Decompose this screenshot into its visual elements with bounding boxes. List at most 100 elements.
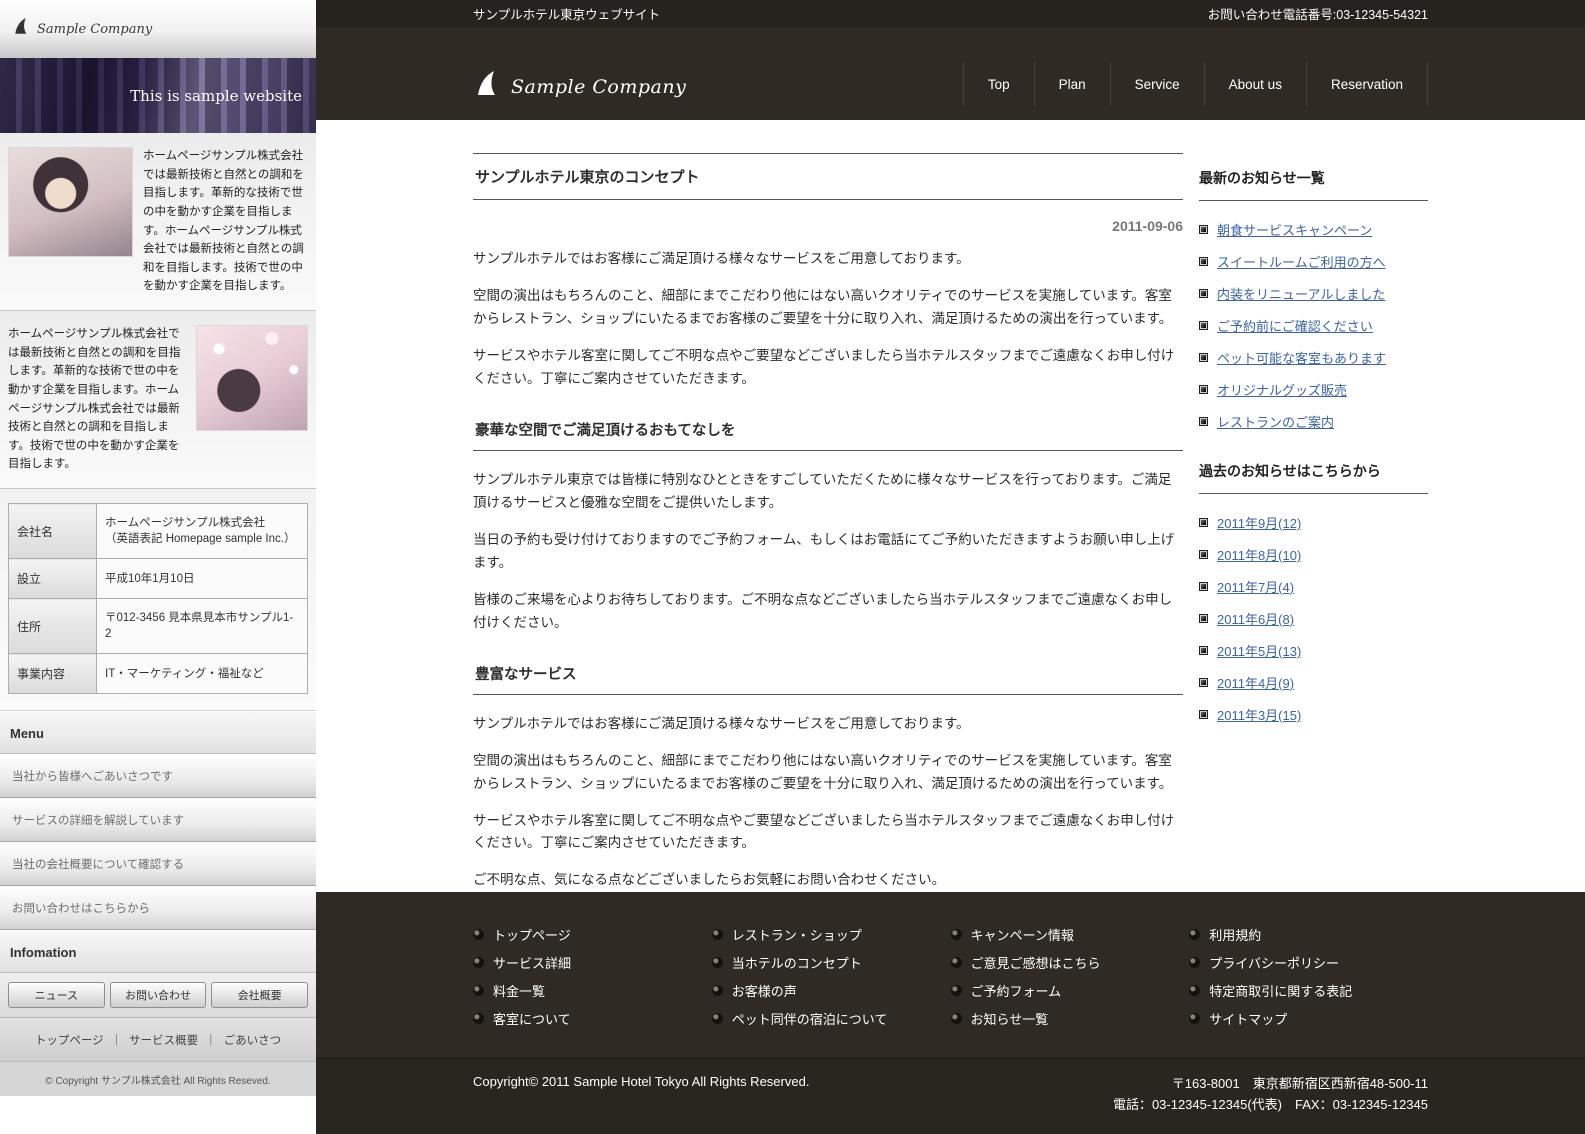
list-item: 2011年3月(15) [1199,698,1428,730]
sidebar-link-top[interactable]: トップページ [35,1032,104,1048]
footer-link[interactable]: 利用規約 [1209,925,1261,944]
article-paragraph: サンプルホテルではお客様にご満足頂ける様々なサービスをご用意しております。 [473,715,970,731]
company-info-table: 会社名 ホームページサンプル株式会社 （英語表記 Homepage sample… [8,502,308,695]
page: Sample Company This is sample website ホー… [0,0,1585,1134]
woman-portrait-photo [8,147,133,257]
archive-link[interactable]: 2011年4月(9) [1217,673,1294,692]
footer-item: キャンペーン情報 [950,920,1190,948]
sidebar-menu-item-company[interactable]: 当社の会社概要について確認する [0,842,316,887]
topbar: サンプルホテル東京ウェブサイト お問い合わせ電話番号:03-12345-5432… [316,0,1585,28]
list-item: 2011年7月(4) [1199,570,1428,602]
footer-column-3: キャンペーン情報 ご意見ご感想はこちら ご予約フォーム お知らせ一覧 [950,920,1190,1032]
left-sidebar: Sample Company This is sample website ホー… [0,0,316,1134]
sidebar-intro-block-1: ホームページサンプル株式会社では最新技術と自然との調和を目指します。革新的な技術… [0,133,316,311]
list-item: 2011年4月(9) [1199,666,1428,698]
footer-item: 料金一覧 [473,976,712,1004]
news-link[interactable]: 内装をリニューアルしました [1217,284,1385,303]
news-link[interactable]: ご予約前にご確認ください [1217,316,1373,335]
archive-heading: 過去のお知らせはこちらから [1199,455,1428,495]
footer-link[interactable]: サービス詳細 [493,953,571,972]
business-label: 事業内容 [8,653,97,695]
article-date: 2011-09-06 [1112,218,1183,235]
footer-item: サイトマップ [1189,1004,1428,1032]
archive-link[interactable]: 2011年9月(12) [1217,513,1301,532]
news-button[interactable]: ニュース [8,982,105,1009]
footer-link[interactable]: レストラン・ショップ [732,925,862,944]
footer-address-line2: 電話：03-12345-12345(代表) FAX：03-12345-12345 [1112,1097,1428,1113]
contact-button[interactable]: お問い合わせ [109,982,207,1009]
square-bullet-icon [1199,613,1208,623]
article-paragraph: ご不明な点、気になる点などございましたらお気軽にお問い合わせください。 [473,872,946,888]
news-link[interactable]: レストランのご案内 [1217,412,1334,431]
footer-column-2: レストラン・ショップ 当ホテルのコンセプト お客様の声 ペット同伴の宿泊について [711,920,951,1032]
cherry-blossom-photo [196,325,308,431]
footer-link[interactable]: プライバシーポリシー [1209,953,1339,972]
footer-link[interactable]: ペット同伴の宿泊について [732,1009,888,1028]
square-bullet-icon [1199,288,1208,298]
nav-item-about[interactable]: About us [1203,62,1306,107]
footer-link[interactable]: 料金一覧 [493,981,545,1000]
archive-link[interactable]: 2011年7月(4) [1217,577,1294,596]
sidebar-menu-item-contact[interactable]: お問い合わせはこちらから [0,886,316,931]
round-bullet-icon [1189,928,1201,940]
archive-link[interactable]: 2011年6月(8) [1217,609,1294,628]
article-paragraph: サンプルホテル東京では皆様に特別なひとときをすごしていただくために様々なサービス… [473,472,1172,511]
footer-item: レストラン・ショップ [711,920,951,948]
footer-address: 〒163-8001 東京都新宿区西新宿48-500-11 電話：03-12345… [1113,1074,1428,1116]
round-bullet-icon [711,984,723,996]
round-bullet-icon [711,1012,723,1024]
company-profile-button[interactable]: 会社概要 [211,982,309,1009]
sidebar-logo: Sample Company [0,0,316,58]
footer-link[interactable]: 客室について [493,1009,571,1028]
footer-link[interactable]: トップページ [493,925,571,944]
footer-link[interactable]: 当ホテルのコンセプト [732,953,862,972]
sidebar-link-service[interactable]: サービス概要 [129,1032,198,1048]
square-bullet-icon [1199,709,1208,719]
sidebar-banner-image: This is sample website [0,58,316,133]
company-name-label: 会社名 [8,502,97,560]
intro-text-1: ホームページサンプル株式会社では最新技術と自然との調和を目指します。革新的な技術… [143,150,304,293]
sidebar-menu: 当社から皆様へごあいさつです サービスの詳細を解説しています 当社の会社概要につ… [0,754,316,931]
sidebar-link-greeting[interactable]: ごあいさつ [224,1032,282,1048]
archive-link[interactable]: 2011年5月(13) [1217,641,1301,660]
footer-address-line1: 〒163-8001 東京都新宿区西新宿48-500-11 [1171,1076,1428,1092]
footer-link[interactable]: 特定商取引に関する表記 [1209,981,1352,1000]
company-sail-icon [473,69,499,104]
news-link[interactable]: 朝食サービスキャンペーン [1217,220,1372,239]
sidebar-logo-text: Sample Company [37,21,153,37]
footer-item: ご意見ご感想はこちら [950,948,1190,976]
article-paragraph: 空間の演出はもちろんのこと、細部にまでこだわり他にはない高いクオリティでのサービ… [473,752,1173,791]
sidebar-button-row: ニュース お問い合わせ 会社概要 [0,973,316,1018]
header-logo[interactable]: Sample Company [473,69,686,106]
footer-copyright: Copyright© 2011 Sample Hotel Tokyo All R… [473,1074,810,1090]
footer-link[interactable]: お知らせ一覧 [971,1009,1049,1028]
footer-link-columns: トップページ サービス詳細 料金一覧 客室について レストラン・ショップ 当ホテ… [473,892,1428,1058]
sidebar-intro-block-2: ホームページサンプル株式会社では最新技術と自然との調和を目指します。革新的な技術… [0,311,316,489]
round-bullet-icon [950,984,962,996]
news-link[interactable]: オリジナルグッズ販売 [1217,380,1347,399]
footer-link[interactable]: サイトマップ [1209,1009,1287,1028]
news-link[interactable]: スイートルームご利用の方へ [1217,252,1386,271]
nav-item-top[interactable]: Top [962,62,1034,107]
footer-item: 特定商取引に関する表記 [1189,976,1428,1004]
footer-link[interactable]: ご意見ご感想はこちら [971,953,1101,972]
nav-item-plan[interactable]: Plan [1033,62,1110,107]
footer-item: プライバシーポリシー [1189,948,1428,976]
footer-link[interactable]: お客様の声 [732,981,797,1000]
sidebar-menu-item-greeting[interactable]: 当社から皆様へごあいさつです [0,754,316,799]
site-footer: トップページ サービス詳細 料金一覧 客室について レストラン・ショップ 当ホテ… [316,892,1585,1134]
archive-link[interactable]: 2011年8月(10) [1217,545,1301,564]
round-bullet-icon [473,1012,484,1024]
footer-link[interactable]: ご予約フォーム [971,981,1062,1000]
article-paragraph: 当日の予約も受け付けておりますのでご予約フォーム、もしくはお電話にてご予約いただ… [473,531,1175,570]
round-bullet-icon [473,984,484,996]
archive-link[interactable]: 2011年3月(15) [1217,705,1301,724]
article-paragraph: 皆様のご来場を心よりお待ちしております。ご不明な点などございましたら当ホテルスタ… [473,591,1173,630]
founded-label: 設立 [8,558,97,600]
footer-link[interactable]: キャンペーン情報 [971,925,1074,944]
list-item: レストランのご案内 [1199,405,1428,437]
sidebar-menu-item-service[interactable]: サービスの詳細を解説しています [0,798,316,843]
nav-item-reservation[interactable]: Reservation [1305,62,1428,107]
nav-item-service[interactable]: Service [1109,62,1204,107]
news-link[interactable]: ペット可能な客室もあります [1217,348,1386,367]
